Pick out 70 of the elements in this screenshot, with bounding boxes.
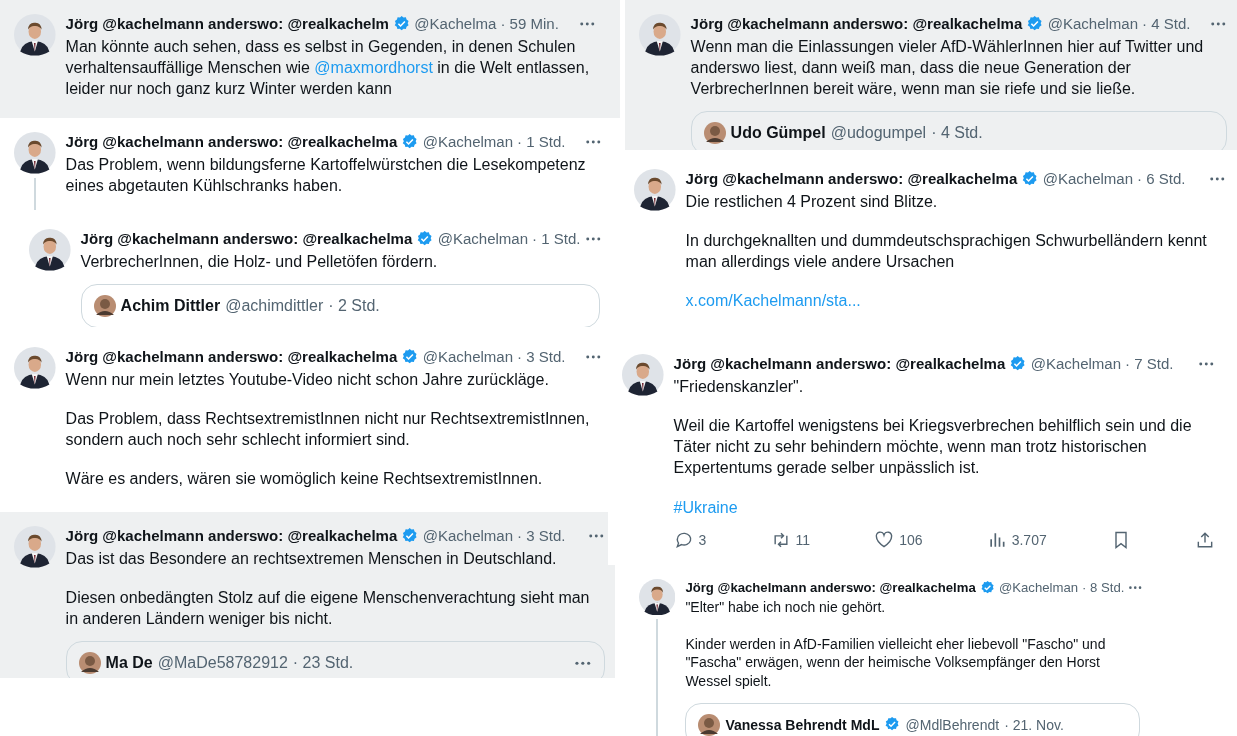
quote-author-handle[interactable]: @MaDe58782912 [157, 654, 288, 673]
quote-author-name[interactable]: Udo Gümpel [730, 124, 826, 143]
post-time[interactable]: · 1 Std. [532, 229, 581, 249]
post-time[interactable]: · 3 Std. [517, 526, 566, 546]
author-name[interactable]: Jörg @kachelmann anderswo: @realkachelma [65, 347, 398, 367]
post-text: Das Problem, wenn bildungsferne Kartoffelwürstchen die Lesekompetenz eines abgetauten Kühlschranks haben. [65, 154, 587, 196]
post-text: Wenn nur mein letztes Youtube-Video nicht schon Jahre zurückläge. [65, 369, 550, 390]
quote-author-handle[interactable]: @achimdittler [225, 296, 324, 315]
post-time[interactable]: · 7 Std. [1125, 354, 1174, 374]
reply-button[interactable]: 3 [673, 529, 707, 550]
post-time[interactable]: · 2 Std. [328, 296, 380, 315]
post-text: "Friedenskanzler". [673, 376, 805, 397]
author-name[interactable]: Jörg @kachelmann anderswo: @realkachelma [65, 526, 398, 546]
post-time[interactable]: · 4 Std. [931, 124, 983, 143]
post-time[interactable]: · 6 Std. [1137, 169, 1186, 189]
more-icon[interactable] [588, 532, 605, 539]
post-time[interactable]: · 4 Std. [1142, 14, 1191, 34]
quote-author-name[interactable]: Achim Dittler [120, 296, 221, 315]
author-handle[interactable]: @Kachelman [1030, 354, 1122, 374]
author-name[interactable]: Jörg @kachelmann anderswo: @realkachelma [673, 354, 1006, 374]
author-handle[interactable]: @Kachelman [1047, 14, 1139, 34]
more-icon[interactable] [579, 20, 596, 27]
repost-button[interactable]: 11 [770, 529, 811, 550]
author-name[interactable]: Jörg @kachelmann anderswo: @realkachelma [685, 579, 976, 597]
post-text: Wenn man die Einlassungen vieler AfD-WählerInnen hier auf Twitter und anderswo liest, dann weiß man, dass die neue Generation der VerbrecherInnen bereit wäre, wenn man sie riefe und sie ließe. [690, 36, 1205, 100]
post-time[interactable]: · 59 Min. [500, 14, 559, 34]
more-icon[interactable] [585, 353, 602, 360]
heart-icon [874, 529, 895, 550]
author-name[interactable]: Jörg @kachelmann anderswo: @realkachelma [80, 229, 413, 249]
post-time[interactable]: · 1 Std. [517, 132, 566, 152]
post-text: Wäre es anders, wären sie womöglich keine RechtsextremistInnen. [65, 469, 544, 490]
author-handle[interactable]: @Kachelman [422, 347, 514, 367]
post-text: Diesen onbedängten Stolz auf die eigene Menschenverachtung sieht man in anderen Ländern weniger bis nicht. [65, 587, 591, 630]
more-icon[interactable] [584, 235, 602, 242]
post-text: Das ist das Besondere an rechtsextremen Menschen in Deutschland. [65, 548, 558, 569]
post-text: Man könnte auch sehen, dass es selbst in Gegenden, in denen Schulen verhaltensauffällige Menschen wie @maxmordhorst in die Welt entlassen, leider nur noch ganz kurz Winter werden kann [65, 36, 591, 100]
author-name[interactable]: Jörg @kachelmann anderswo: @realkachelma [685, 169, 1018, 189]
post-time[interactable]: · 3 Std. [517, 347, 566, 367]
more-icon[interactable] [1198, 360, 1215, 367]
author-handle[interactable]: @Kachelma [414, 14, 497, 34]
views-button[interactable]: 3.707 [986, 529, 1047, 550]
author-handle[interactable]: @Kachelman [422, 132, 514, 152]
more-icon[interactable] [1128, 584, 1143, 591]
post-text: Kinder werden in AfD-Familien vielleicht eher liebevoll "Fascho" und "Fascha" erwägen, wenn der heimische Volksempfänger den Horst Wessel spielt. [685, 634, 1107, 691]
quote-author-handle[interactable]: @MdlBehrendt [905, 716, 1000, 733]
post-time[interactable]: · 23 Std. [292, 654, 354, 673]
post-text: Das Problem, dass RechtsextremistInnen nicht nur RechtsextremistInnen, sondern auch noch sehr schlecht informiert sind. [65, 408, 591, 451]
author-handle[interactable]: @Kachelman [422, 526, 514, 546]
more-icon[interactable] [585, 138, 602, 145]
post-time[interactable]: · 21. Nov. [1004, 716, 1064, 733]
more-icon[interactable] [1210, 20, 1227, 27]
like-button[interactable]: 106 [874, 529, 923, 550]
quote-author-handle[interactable]: @udogumpel [830, 124, 927, 143]
author-handle[interactable]: @Kachelman [998, 579, 1079, 597]
quote-author-name[interactable]: Vanessa Behrendt MdL [725, 716, 880, 733]
more-icon[interactable] [1209, 175, 1226, 182]
author-name[interactable]: Jörg @kachelmann anderswo: @realkachelma [65, 132, 398, 152]
author-name[interactable]: Jörg @kachelmann anderswo: @realkachelma [690, 14, 1023, 34]
more-icon[interactable] [574, 660, 592, 667]
post-text: Die restlichen 4 Prozent sind Blitze. [685, 191, 939, 212]
author-name[interactable]: Jörg @kachelmann anderswo: @realkachelm [65, 14, 389, 34]
author-handle[interactable]: @Kachelman [1042, 169, 1134, 189]
author-handle[interactable]: @Kachelman [437, 229, 529, 249]
post-text: Weil die Kartoffel wenigstens bei Kriegsverbrechen behilflich sein und die Täter nicht zu sehr behindern möchte, wenn man trotz historischen Expertentums gerade selber unpässlich ist. [673, 415, 1193, 479]
quoted-post[interactable]: Vanessa Behrendt MdL @MdlBehrendt · 21. Nov. [685, 702, 1141, 736]
post-text: In durchgeknallten und dummdeutschsprachigen Schwurbelländern kennt man allerdings viele andere Ursachen [685, 230, 1208, 273]
post-text: "Elter" habe ich noch nie gehört. [685, 598, 887, 617]
post-time[interactable]: · 8 Std. [1082, 579, 1125, 597]
post-text: VerbrecherInnen, die Holz- und Pelletöfen fördern. [80, 251, 439, 272]
quote-author-name[interactable]: Ma De [105, 654, 153, 673]
